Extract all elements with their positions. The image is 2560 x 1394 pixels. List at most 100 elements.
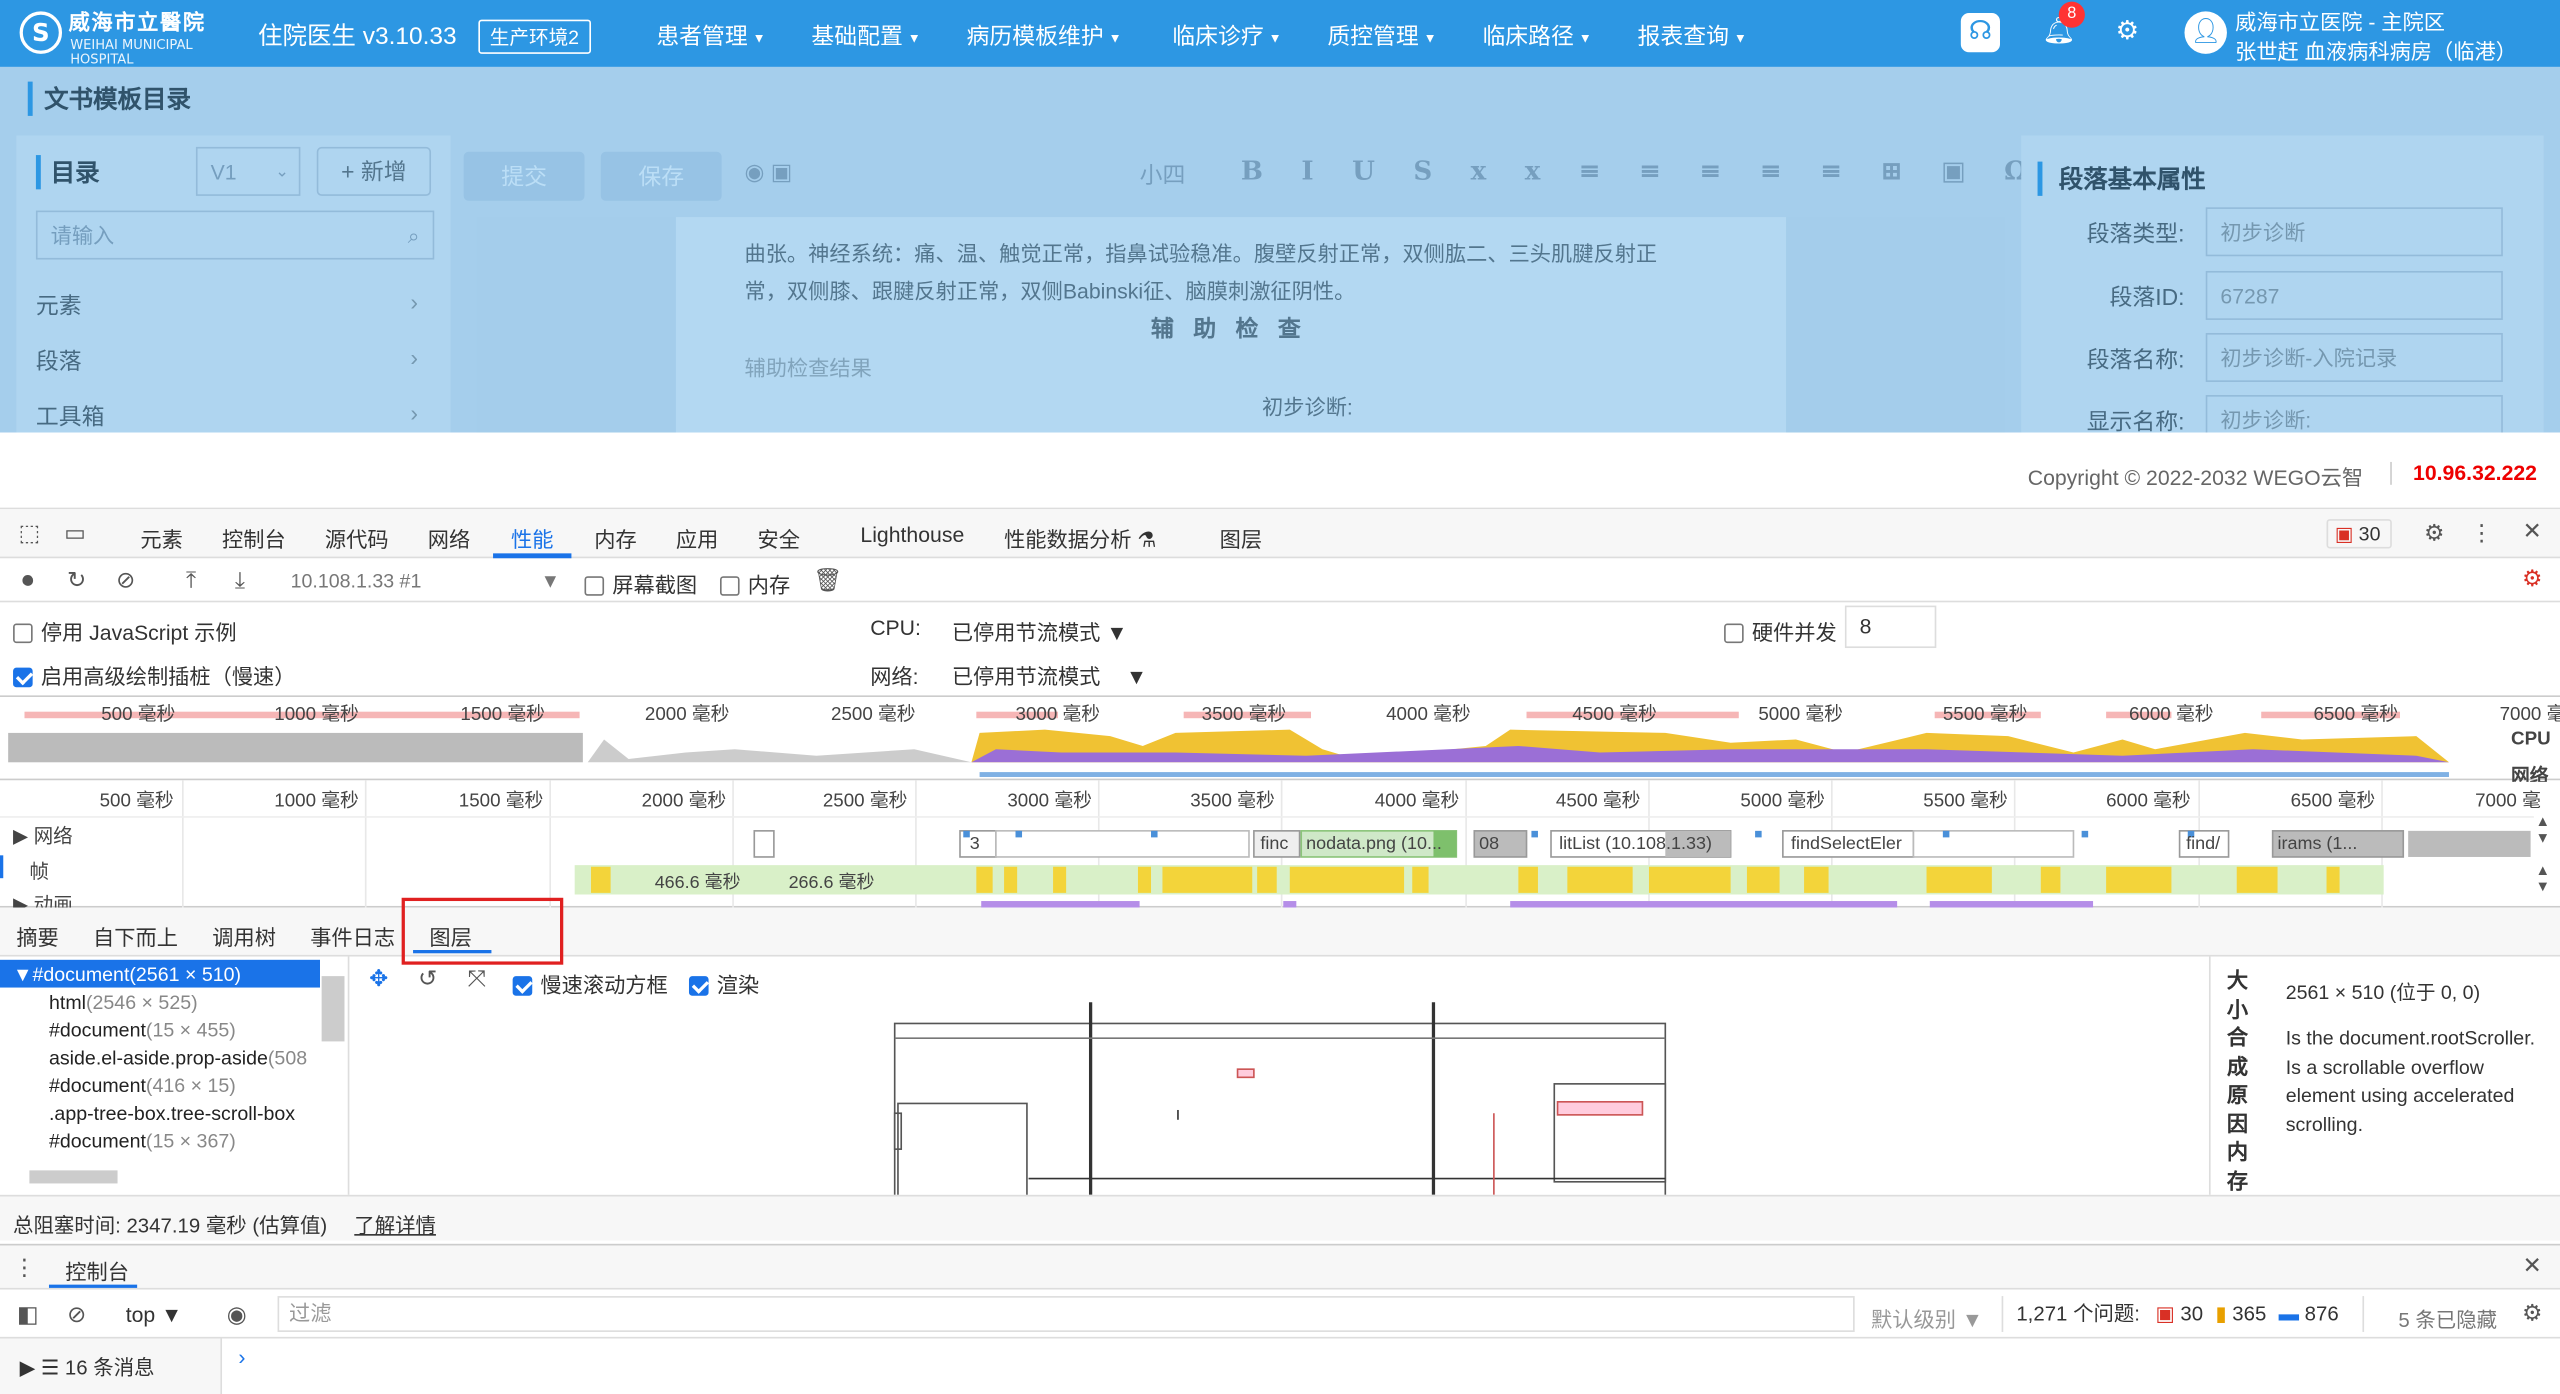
messages-group[interactable]: ▶ ☰ 16 条消息 bbox=[20, 1350, 155, 1381]
paint-checkbox[interactable]: 渲染 bbox=[688, 968, 759, 999]
tab-summary[interactable]: 摘要 bbox=[16, 921, 58, 952]
headset-icon[interactable]: ☊ bbox=[1960, 13, 2000, 53]
ov-tick: 3500 毫秒 bbox=[1201, 705, 1287, 725]
tab-perf-insights[interactable]: 性能数据分析 ⚗ bbox=[1004, 522, 1156, 553]
console-settings-icon[interactable]: ⚙ bbox=[2518, 1299, 2547, 1327]
capture-settings-icon[interactable]: ⚙ bbox=[2516, 565, 2549, 593]
layer-item[interactable]: .app-tree-box.tree-scroll-box bbox=[49, 1102, 320, 1125]
menu-basic-config[interactable]: 基础配置 ▼ bbox=[811, 20, 920, 53]
network-throttle-select[interactable]: 已停用节流模式 ▼ bbox=[952, 659, 1147, 690]
net-request[interactable]: 08 bbox=[1479, 834, 1499, 854]
layer-item[interactable]: #document(15 × 367) bbox=[49, 1130, 236, 1153]
layer-3d-view[interactable] bbox=[351, 999, 2209, 1195]
net-request[interactable]: findSelectEler bbox=[1791, 834, 1902, 854]
scroll-arrows-icon[interactable]: ▲ ▼ ▲ ▼ bbox=[2536, 813, 2551, 895]
app-header: S 威海市立醫院 WEIHAI MUNICIPAL HOSPITAL 住院医生 … bbox=[0, 0, 2560, 67]
hw-concurrency-checkbox[interactable]: 硬件并发 bbox=[1724, 615, 1837, 646]
drawer-close-icon[interactable]: ✕ bbox=[2518, 1252, 2547, 1280]
tab-application[interactable]: 应用 bbox=[676, 522, 718, 553]
layer-item[interactable]: html(2546 × 525) bbox=[49, 991, 198, 1014]
pan-icon[interactable]: ✥ bbox=[364, 965, 393, 993]
menu-report[interactable]: 报表查询 ▼ bbox=[1638, 20, 1747, 53]
tab-console[interactable]: 控制台 bbox=[222, 522, 286, 553]
reset-view-icon[interactable]: ⤧ bbox=[462, 965, 491, 993]
tab-security[interactable]: 安全 bbox=[758, 522, 800, 553]
tab-lighthouse[interactable]: Lighthouse bbox=[860, 522, 964, 546]
rotate-icon[interactable]: ↺ bbox=[413, 965, 442, 993]
net-request[interactable]: nodata.png (10... bbox=[1306, 834, 1442, 854]
download-icon[interactable]: ⤓ bbox=[225, 566, 254, 594]
track-animation[interactable]: ▶ 动画 bbox=[13, 890, 73, 908]
avatar[interactable]: 👤︎ bbox=[2184, 11, 2227, 54]
net-request[interactable]: irams (1... bbox=[2278, 834, 2358, 854]
error-counter[interactable]: ▣ 30 bbox=[2326, 519, 2392, 549]
menu-pathway[interactable]: 临床路径 ▼ bbox=[1482, 20, 1591, 53]
layer-item[interactable]: ▼#document(2561 × 510) bbox=[13, 963, 241, 986]
frame-duration[interactable]: 266.6 毫秒 bbox=[789, 868, 875, 894]
tab-memory[interactable]: 内存 bbox=[594, 522, 636, 553]
error-icon: ▣ bbox=[2334, 522, 2354, 546]
net-request[interactable]: 3 bbox=[970, 834, 980, 854]
menu-template[interactable]: 病历模板维护 ▼ bbox=[967, 20, 1122, 53]
ov-tick: 1500 毫秒 bbox=[460, 705, 545, 725]
net-request[interactable]: litList (10.108.1.33) bbox=[1559, 834, 1712, 854]
menu-clinical[interactable]: 临床诊疗 ▼ bbox=[1172, 20, 1281, 53]
eye-icon[interactable]: ◉ bbox=[219, 1301, 255, 1329]
issues-counter[interactable]: 1,271 个问题: ▣ 30 ▮ 365 ▬ 876 bbox=[2001, 1296, 2365, 1332]
screenshot-checkbox[interactable]: 屏幕截图 bbox=[584, 568, 697, 599]
tab-performance[interactable]: 性能 bbox=[511, 522, 553, 553]
console-prompt[interactable]: › bbox=[238, 1345, 245, 1369]
profile-select[interactable]: 10.108.1.33 #1 ▼ bbox=[291, 570, 560, 593]
clear-icon[interactable]: ⊘ bbox=[111, 566, 140, 594]
reload-icon[interactable]: ↻ bbox=[62, 566, 91, 594]
tree-scrollbar[interactable] bbox=[321, 976, 345, 1042]
drawer-menu-icon[interactable]: ⋮ bbox=[13, 1254, 36, 1282]
tab-event-log[interactable]: 事件日志 bbox=[310, 921, 395, 952]
timeline-main[interactable]: 500 毫秒 1000 毫秒 1500 毫秒 2000 毫秒 2500 毫秒 3… bbox=[0, 780, 2560, 908]
settings-icon[interactable]: ⚙ bbox=[2108, 13, 2147, 52]
slow-scroll-checkbox[interactable]: 慢速滚动方框 bbox=[512, 968, 668, 999]
tab-bottom-up[interactable]: 自下而上 bbox=[93, 921, 178, 952]
disable-js-checkbox[interactable]: 停用 JavaScript 示例 bbox=[13, 615, 237, 646]
tab-call-tree[interactable]: 调用树 bbox=[212, 921, 276, 952]
layer-item[interactable]: #document(15 × 455) bbox=[49, 1019, 236, 1042]
device-toggle-icon[interactable]: ▭ bbox=[59, 519, 92, 547]
sidebar-toggle-icon[interactable]: ◧ bbox=[13, 1301, 42, 1329]
frame-duration[interactable]: 466.6 毫秒 bbox=[655, 868, 741, 894]
log-levels-select[interactable]: 默认级别 ▼ bbox=[1871, 1303, 1983, 1334]
ov-tick: 5000 毫秒 bbox=[1758, 705, 1843, 725]
more-icon[interactable]: ⋮ bbox=[2469, 519, 2495, 547]
hw-concurrency-input[interactable]: 8 bbox=[1844, 605, 1937, 649]
track-frames[interactable]: 帧 bbox=[29, 857, 49, 885]
memory-checkbox[interactable]: 内存 bbox=[719, 568, 790, 599]
console-filter-input[interactable]: 过滤 bbox=[277, 1296, 1855, 1332]
record-icon[interactable]: ⏺ bbox=[13, 566, 42, 594]
trash-icon[interactable]: 🗑︎ bbox=[813, 566, 842, 594]
track-network[interactable]: ▶ 网络 bbox=[13, 821, 73, 849]
drawer-tab-console[interactable]: 控制台 bbox=[65, 1255, 129, 1286]
net-request[interactable]: finc bbox=[1260, 834, 1288, 854]
notification-badge: 8 bbox=[2058, 1, 2085, 28]
upload-icon[interactable]: ⤒ bbox=[176, 566, 205, 594]
net-request[interactable]: find/ bbox=[2186, 834, 2220, 854]
tree-hscrollbar[interactable] bbox=[29, 1170, 118, 1184]
learn-more-link[interactable]: 了解详情 bbox=[354, 1208, 436, 1239]
timeline-overview[interactable]: 500 毫秒 1000 毫秒 1500 毫秒 2000 毫秒 2500 毫秒 3… bbox=[0, 695, 2560, 782]
clear-console-icon[interactable]: ⊘ bbox=[62, 1301, 91, 1329]
menu-quality[interactable]: 质控管理 ▼ bbox=[1327, 20, 1436, 53]
tab-elements[interactable]: 元素 bbox=[140, 522, 182, 553]
copyright: Copyright © 2022-2032 WEGO云智 bbox=[2027, 465, 2364, 490]
advanced-paint-checkbox[interactable]: 启用高级绘制插桩（慢速） bbox=[13, 659, 296, 690]
tab-layers[interactable]: 图层 bbox=[1220, 522, 1262, 553]
tab-network[interactable]: 网络 bbox=[428, 522, 470, 553]
ov-tick: 6500 毫秒 bbox=[2313, 705, 2399, 725]
inspect-icon[interactable]: ⬚ bbox=[13, 519, 46, 547]
layer-item[interactable]: aside.el-aside.prop-aside(508 bbox=[49, 1046, 320, 1069]
layer-item[interactable]: #document(416 × 15) bbox=[49, 1074, 236, 1097]
cpu-throttle-select[interactable]: 已停用节流模式 ▼ bbox=[952, 615, 1128, 646]
gear-icon[interactable]: ⚙ bbox=[2418, 519, 2451, 547]
menu-patient[interactable]: 患者管理 ▼ bbox=[656, 20, 765, 53]
tab-sources[interactable]: 源代码 bbox=[325, 522, 389, 553]
context-select[interactable]: top ▼ bbox=[126, 1303, 182, 1327]
close-icon[interactable]: ✕ bbox=[2518, 517, 2547, 545]
